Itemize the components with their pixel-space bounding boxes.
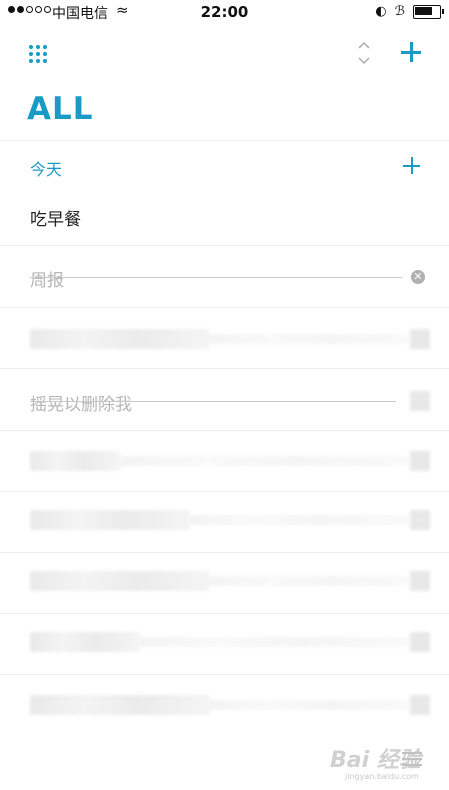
add-list-plus-icon[interactable] — [399, 40, 423, 64]
blurred-task-row — [30, 571, 210, 591]
blurred-task-action — [410, 329, 430, 349]
task-item-label[interactable]: 摇晃以删除我 — [30, 390, 132, 415]
strikethrough-line — [30, 277, 402, 278]
sort-updown-icon[interactable] — [352, 40, 376, 68]
divider — [0, 430, 449, 431]
baidu-watermark-url: jingyan.baidu.com — [345, 772, 419, 781]
blurred-task-row — [210, 700, 410, 710]
list-title: ALL — [27, 91, 94, 127]
blurred-task-row — [30, 695, 210, 715]
blurred-task-row — [190, 515, 410, 525]
grid-dots-icon[interactable] — [29, 45, 47, 63]
hamburger-menu-icon[interactable] — [402, 752, 422, 768]
strikethrough-line — [30, 401, 396, 402]
blurred-task-row — [120, 456, 410, 466]
divider — [0, 245, 449, 246]
blurred-task-action — [410, 571, 430, 591]
divider — [0, 552, 449, 553]
blurred-task-row — [210, 334, 410, 344]
blurred-task-action — [410, 391, 430, 411]
blurred-task-action — [410, 451, 430, 471]
divider — [0, 307, 449, 308]
blurred-task-row — [210, 576, 410, 586]
add-task-plus-icon[interactable] — [403, 157, 420, 174]
divider — [0, 613, 449, 614]
divider — [0, 368, 449, 369]
divider — [0, 140, 449, 141]
blurred-task-row — [30, 329, 210, 349]
task-item-label[interactable]: 吃早餐 — [30, 205, 81, 230]
blurred-task-action — [410, 632, 430, 652]
battery-icon — [413, 4, 444, 19]
blurred-task-action — [410, 510, 430, 530]
task-item-label[interactable]: 周报 — [30, 266, 64, 291]
divider — [0, 491, 449, 492]
bluetooth-icon: ℬ — [394, 4, 405, 19]
top-toolbar — [0, 30, 449, 80]
blurred-task-action — [410, 695, 430, 715]
blurred-task-row — [30, 632, 140, 652]
blurred-task-row — [30, 510, 190, 530]
status-bar: 中国电信 ≈ 22:00 ◐ ℬ — [0, 0, 449, 24]
delete-task-icon[interactable]: ✕ — [411, 270, 425, 284]
divider — [0, 674, 449, 675]
section-header-today: 今天 — [30, 160, 63, 179]
blurred-task-row — [30, 451, 120, 471]
blurred-task-row — [140, 637, 410, 647]
orientation-lock-icon: ◐ — [375, 4, 387, 19]
battery-level-fill — [415, 6, 432, 15]
